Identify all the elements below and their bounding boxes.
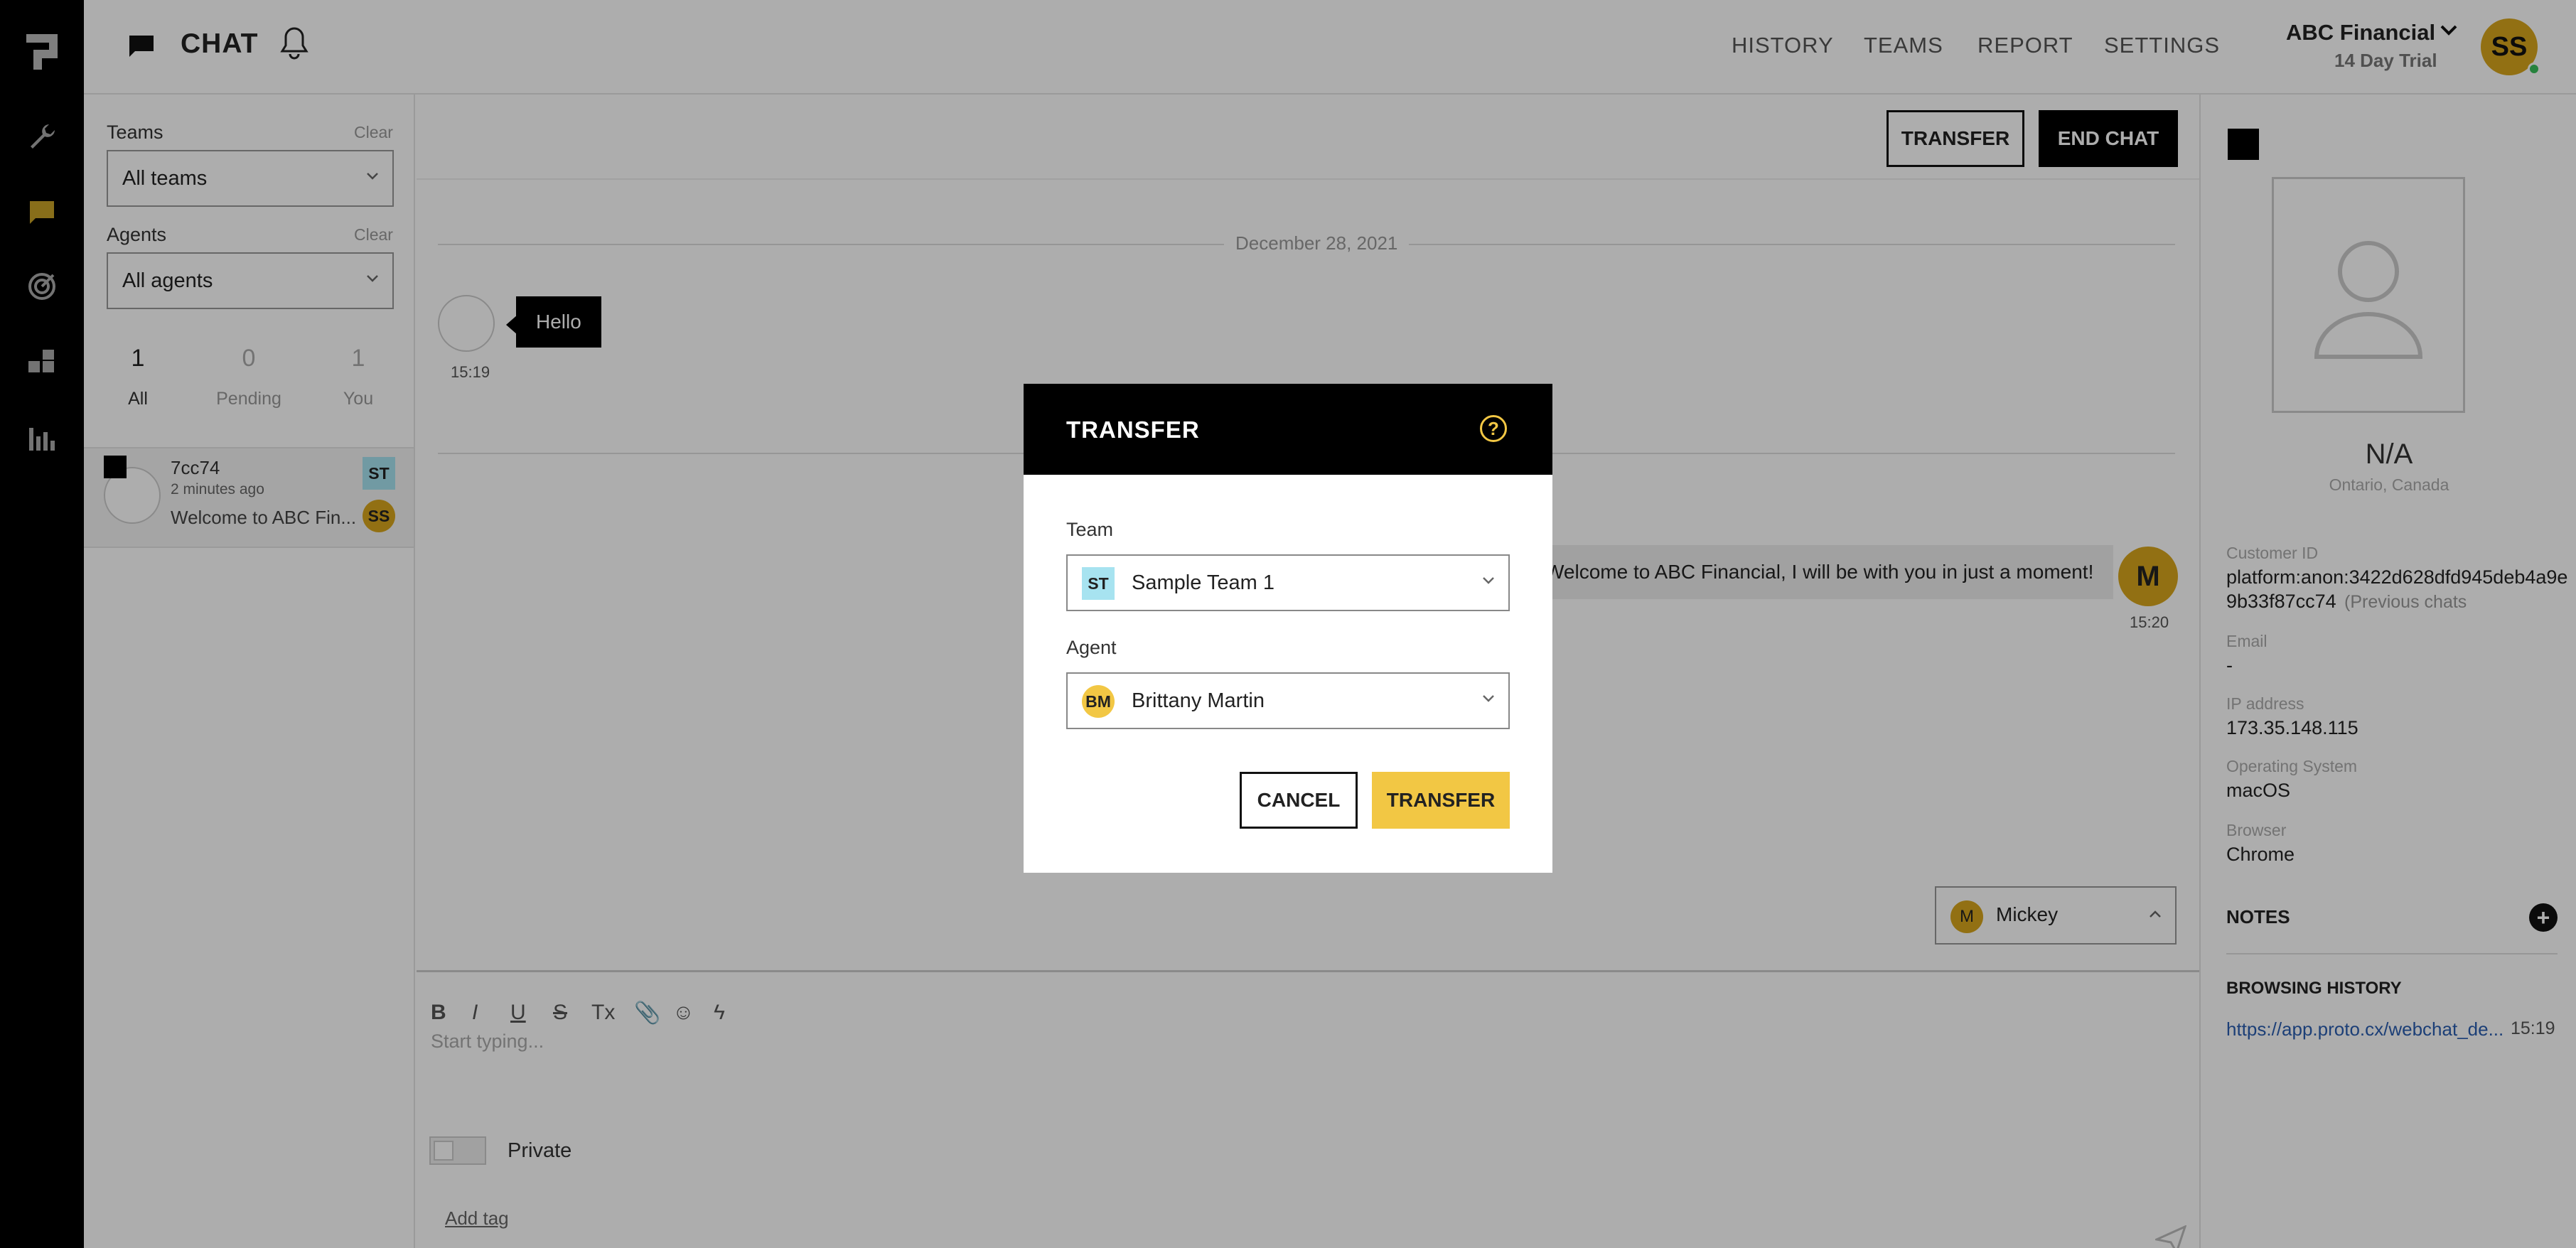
transfer-dialog: TRANSFER ? Team ST Sample Team 1 Agent B… <box>1024 384 1552 873</box>
agent-select-value: Brittany Martin <box>1132 689 1265 712</box>
dialog-header: TRANSFER ? <box>1024 384 1552 475</box>
agent-badge: BM <box>1082 685 1115 718</box>
chevron-down-icon <box>1481 694 1496 707</box>
dialog-title: TRANSFER <box>1066 416 1200 443</box>
team-badge: ST <box>1082 567 1115 600</box>
confirm-transfer-button[interactable]: TRANSFER <box>1372 772 1510 829</box>
cancel-button[interactable]: CANCEL <box>1240 772 1358 829</box>
agent-label: Agent <box>1066 637 1117 658</box>
help-icon[interactable]: ? <box>1480 415 1507 442</box>
team-label: Team <box>1066 519 1114 540</box>
agent-select[interactable]: BM Brittany Martin <box>1066 672 1510 729</box>
team-select-value: Sample Team 1 <box>1132 571 1274 594</box>
chevron-down-icon <box>1481 576 1496 589</box>
team-select[interactable]: ST Sample Team 1 <box>1066 554 1510 611</box>
